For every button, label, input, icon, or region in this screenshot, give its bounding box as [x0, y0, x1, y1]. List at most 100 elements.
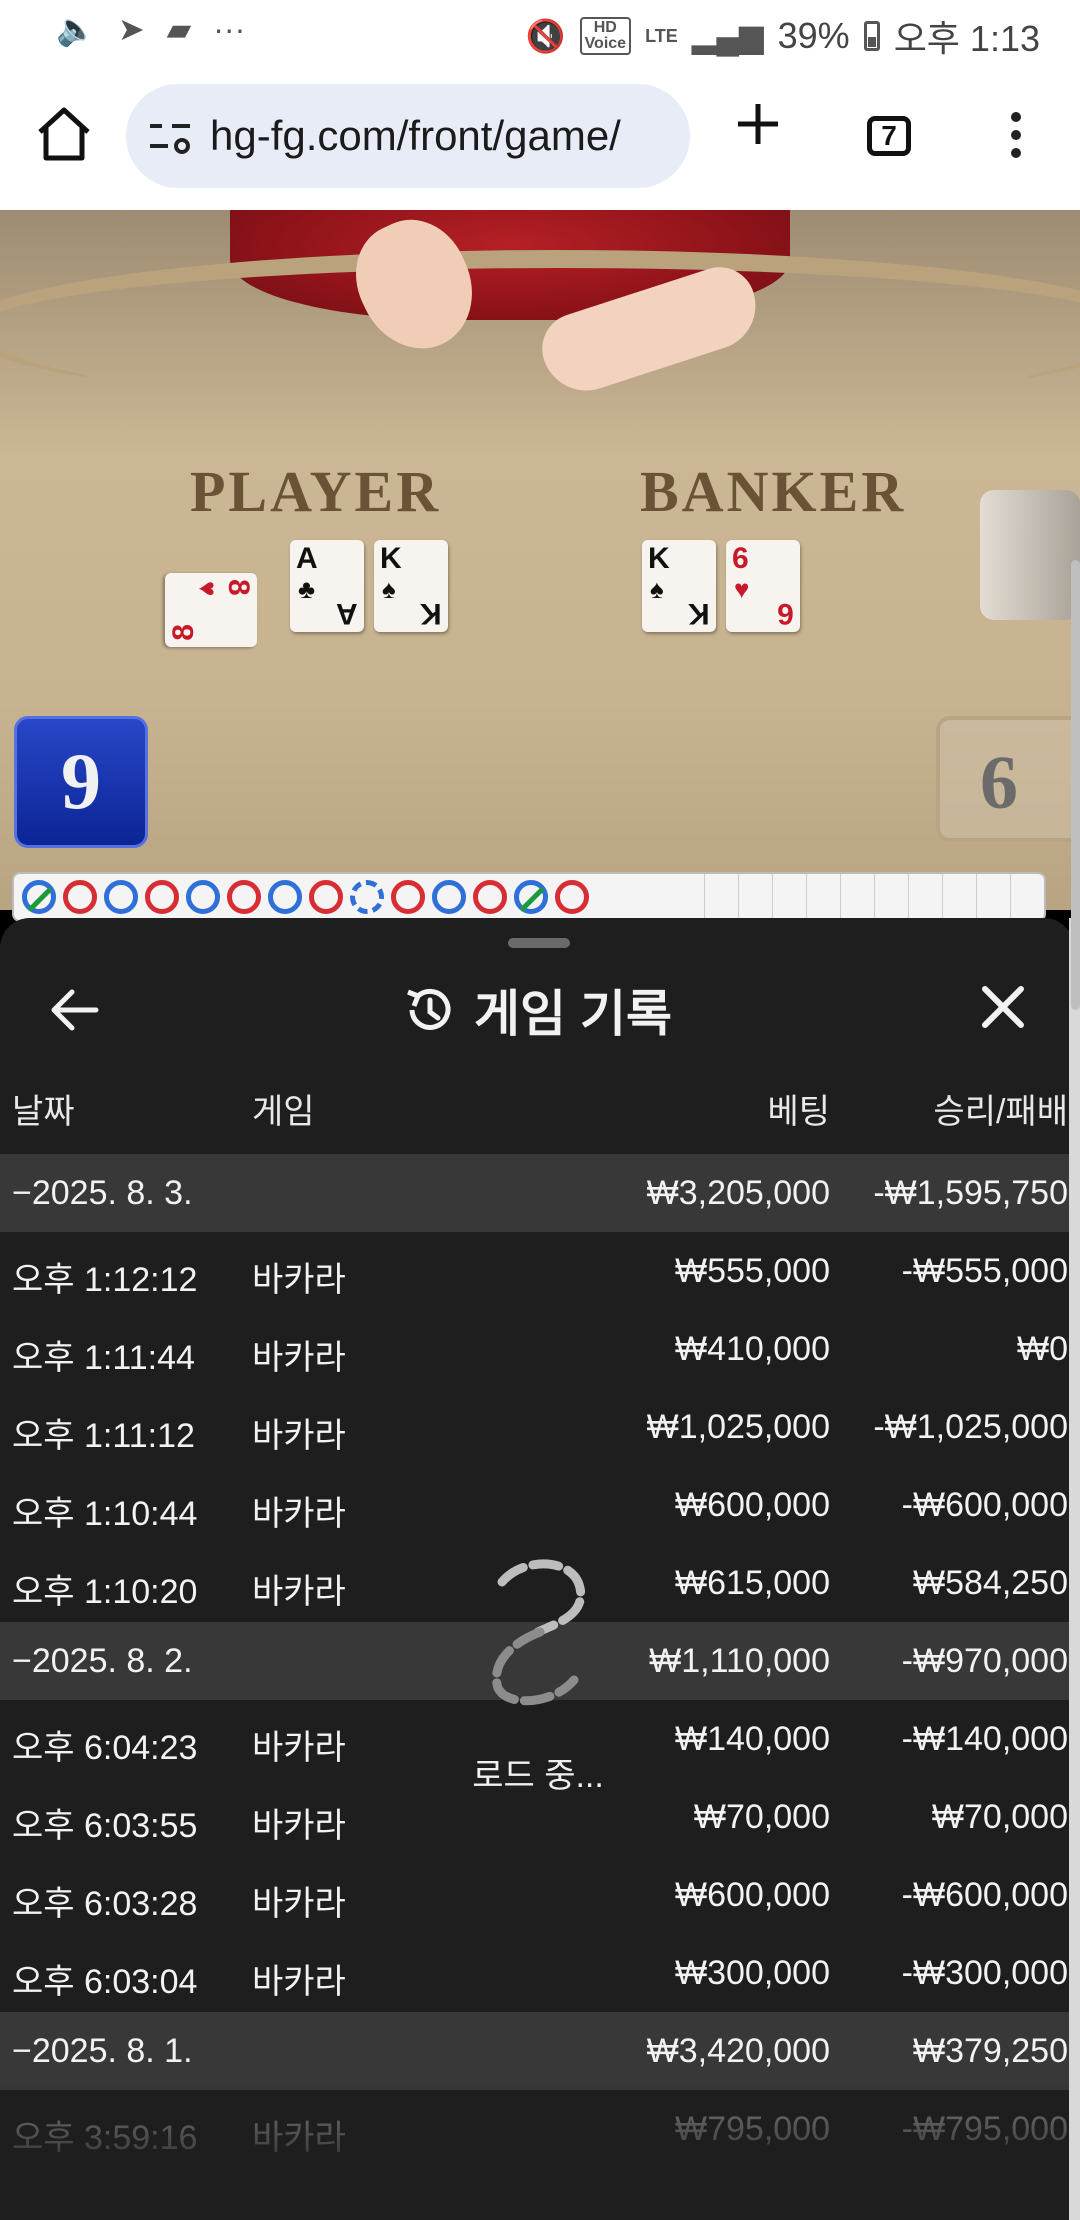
row-game: 바카라 — [252, 1261, 346, 1299]
clock: 오후 1:13 — [893, 18, 1040, 59]
player-card-3: K ♠ K — [374, 540, 448, 632]
row-game: 바카라 — [252, 1339, 346, 1377]
table-rail — [0, 250, 1080, 408]
player-card-1: 8 ♥ 8 — [165, 573, 257, 647]
bead-road[interactable] — [12, 872, 1046, 922]
player-card-2: A ♣ A — [290, 540, 364, 632]
date-group-row[interactable]: −2025. 8. 1. ₩3,420,000 ₩379,250 — [0, 2012, 1074, 2090]
road-bead — [309, 880, 343, 914]
row-game: 바카라 — [252, 1729, 346, 1767]
row-bet: ₩70,000 — [693, 1798, 830, 1836]
row-bet: ₩410,000 — [675, 1330, 830, 1368]
road-bead — [227, 880, 261, 914]
row-result: -₩300,000 — [901, 1954, 1068, 1992]
bottom-fade — [0, 2080, 1074, 2220]
game-history-sheet: 게임 기록 날짜 게임 베팅 승리/패배 −2025. 8. 3. ₩3,205,… — [0, 918, 1074, 2220]
history-row[interactable]: 오후 1:10:44 바카라 ₩600,000 -₩600,000 — [0, 1466, 1074, 1544]
road-bead — [473, 880, 507, 914]
row-game: 바카라 — [252, 1963, 346, 2001]
scrollbar-thumb[interactable] — [1071, 560, 1080, 1010]
row-game: 바카라 — [252, 1807, 346, 1845]
row-result: -₩600,000 — [901, 1486, 1068, 1524]
road-cells — [14, 874, 596, 920]
road-grid — [704, 874, 1044, 920]
row-date: 오후 1:11:12 — [12, 1417, 195, 1455]
tab-count-button[interactable]: 7 — [867, 116, 911, 156]
history-row[interactable]: 오후 1:11:44 바카라 ₩410,000 ₩0 — [0, 1310, 1074, 1388]
history-row[interactable]: 오후 6:03:04 바카라 ₩300,000 -₩300,000 — [0, 1934, 1074, 2012]
row-result: ₩0 — [1017, 1330, 1068, 1368]
row-date: 오후 6:03:55 — [12, 1807, 198, 1845]
loading-text: 로드 중... — [472, 1757, 604, 1795]
chat-icon: ▰ — [166, 11, 192, 47]
road-bead — [22, 880, 56, 914]
site-settings-icon[interactable] — [148, 116, 192, 156]
row-result: -₩970,000 — [901, 1642, 1068, 1680]
row-bet: ₩555,000 — [675, 1252, 830, 1290]
date-group-row[interactable]: −2025. 8. 3. ₩3,205,000 -₩1,595,750 — [0, 1154, 1074, 1232]
more-options-icon[interactable] — [1006, 112, 1026, 162]
row-date: 오후 1:12:12 — [12, 1261, 198, 1299]
mute-icon: 🔇 — [525, 18, 566, 54]
history-row[interactable]: 오후 6:03:28 바카라 ₩600,000 -₩600,000 — [0, 1856, 1074, 1934]
row-bet: ₩1,110,000 — [649, 1642, 830, 1680]
row-date: −2025. 8. 1. — [12, 2032, 193, 2070]
column-result: 승리/패배 — [933, 1093, 1068, 1131]
row-bet: ₩3,205,000 — [646, 1174, 830, 1212]
row-date: 오후 1:10:20 — [12, 1573, 198, 1611]
address-bar[interactable]: hg-fg.com/front/game/ — [126, 84, 690, 188]
row-date: 오후 1:10:44 — [12, 1495, 198, 1533]
road-bead — [268, 880, 302, 914]
road-bead — [391, 880, 425, 914]
hd-voice-badge: HD Voice — [579, 17, 632, 55]
history-row[interactable]: 오후 1:12:12 바카라 ₩555,000 -₩555,000 — [0, 1232, 1074, 1310]
status-left-icons: 🔈 ➤ ▰ ··· — [56, 10, 245, 48]
close-icon[interactable] — [980, 984, 1026, 1030]
road-bead — [186, 880, 220, 914]
battery-percent: 39% — [777, 15, 850, 56]
row-bet: ₩600,000 — [675, 1876, 830, 1914]
row-bet: ₩615,000 — [675, 1564, 830, 1602]
column-bet: 베팅 — [767, 1093, 830, 1131]
row-result: ₩70,000 — [931, 1798, 1068, 1836]
road-bead — [63, 880, 97, 914]
row-date: 오후 6:03:28 — [12, 1885, 198, 1923]
new-tab-icon[interactable] — [734, 100, 782, 148]
banker-card-1: K ♠ K — [642, 540, 716, 632]
more-dots-icon: ··· — [213, 10, 246, 47]
browser-toolbar: hg-fg.com/front/game/ 7 — [0, 62, 1080, 210]
history-row[interactable]: 오후 1:11:12 바카라 ₩1,025,000 -₩1,025,000 — [0, 1388, 1074, 1466]
row-bet: ₩140,000 — [675, 1720, 830, 1758]
row-date: 오후 6:03:04 — [12, 1963, 198, 2001]
road-bead — [555, 880, 589, 914]
row-bet: ₩600,000 — [675, 1486, 830, 1524]
history-icon — [407, 988, 451, 1030]
volume-icon: 🔈 — [56, 11, 96, 47]
battery-icon — [863, 21, 880, 51]
sheet-header: 게임 기록 — [0, 974, 1074, 1046]
row-result: -₩140,000 — [901, 1720, 1068, 1758]
signal-icon: ▂▄▆ — [691, 18, 764, 54]
scrollbar-track[interactable] — [1069, 918, 1080, 2220]
row-result: -₩1,595,750 — [873, 1174, 1068, 1212]
url-text[interactable]: hg-fg.com/front/game/ — [210, 112, 680, 160]
banker-score: 6 — [936, 716, 1080, 842]
row-game: 바카라 — [252, 1495, 346, 1533]
row-date: −2025. 8. 2. — [12, 1642, 193, 1680]
game-video[interactable]: PLAYER BANKER 8 ♥ 8 A ♣ A K ♠ K K ♠ K 6 … — [0, 210, 1080, 910]
row-game: 바카라 — [252, 1417, 346, 1455]
row-bet: ₩300,000 — [675, 1954, 830, 1992]
drag-handle[interactable] — [508, 938, 570, 948]
road-bead — [104, 880, 138, 914]
player-score: 9 — [14, 716, 148, 848]
home-icon[interactable] — [34, 104, 94, 164]
row-result: ₩379,250 — [913, 2032, 1068, 2070]
row-result: -₩555,000 — [901, 1252, 1068, 1290]
status-bar: 🔈 ➤ ▰ ··· 🔇 HD Voice LTE ▂▄▆ 39% 오후 1:13 — [0, 0, 1080, 62]
road-bead — [514, 880, 548, 914]
card-shoe — [980, 490, 1080, 620]
road-bead — [350, 880, 384, 914]
status-right: 🔇 HD Voice LTE ▂▄▆ 39% 오후 1:13 — [526, 10, 1040, 62]
telegram-icon: ➤ — [117, 11, 145, 47]
player-label: PLAYER — [190, 459, 442, 524]
